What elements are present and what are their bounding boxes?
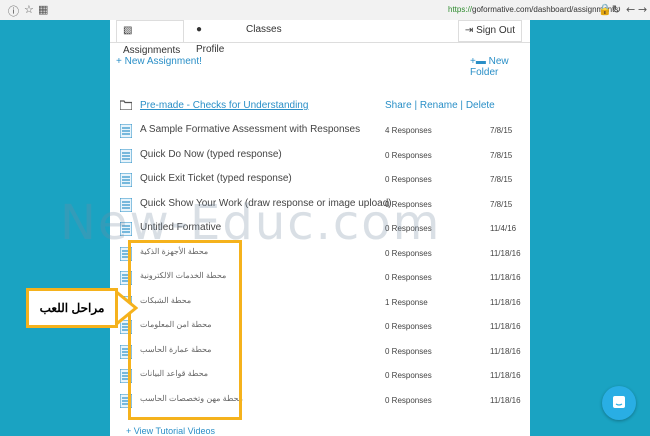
assignment-title[interactable]: A Sample Formative Assessment with Respo…	[140, 124, 360, 135]
plus-icon: +	[116, 56, 122, 67]
info-icon[interactable]: ⓘ	[8, 3, 19, 19]
plus-folder-icon: +▬	[470, 56, 486, 67]
assignment-date: 11/18/16	[490, 371, 521, 380]
assignment-date: 7/8/15	[490, 150, 513, 160]
forward-icon[interactable]: →	[638, 3, 647, 16]
assignment-date: 7/8/15	[490, 126, 513, 135]
tab-divider	[110, 42, 530, 43]
assignment-title[interactable]: Quick Show Your Work (draw response or i…	[140, 198, 392, 209]
tab-assignments[interactable]: ▧ Assignments	[116, 20, 184, 56]
browser-toolbar: ⓘ ☆ ▦ https://goformative.com/dashboard/…	[0, 0, 650, 21]
share-link[interactable]: Share	[385, 100, 412, 111]
assignment-date: 11/18/16	[490, 395, 521, 405]
assignment-row[interactable]: Quick Do Now (typed response) 0 Responses…	[110, 145, 530, 169]
folder-icon	[120, 100, 132, 110]
response-count[interactable]: 0 Responses	[385, 224, 432, 233]
folder-name-link[interactable]: Pre-made - Checks for Understanding	[140, 100, 308, 111]
assignment-date: 11/4/16	[490, 224, 517, 233]
document-icon	[120, 222, 132, 236]
response-count[interactable]: 0 Responses	[385, 396, 432, 405]
assignment-title[interactable]: Quick Exit Ticket (typed response)	[140, 173, 292, 184]
callout-label: مراحل اللعب	[26, 288, 118, 328]
assignment-title[interactable]: Quick Do Now (typed response)	[140, 149, 282, 160]
lock-icon: 🔒	[598, 3, 612, 16]
view-tutorial-videos-link[interactable]: + View Tutorial Videos	[126, 426, 215, 436]
assignment-date: 11/18/16	[490, 346, 521, 356]
sign-out-button[interactable]: ⇥ Sign Out	[457, 20, 522, 42]
assignment-row[interactable]: A Sample Formative Assessment with Respo…	[110, 120, 530, 144]
highlight-box	[128, 240, 242, 420]
document-icon	[120, 124, 132, 138]
response-count[interactable]: 0 Responses	[385, 175, 432, 184]
reload-icon[interactable]: ↻	[612, 3, 621, 16]
assignment-date: 7/8/15	[490, 175, 513, 184]
response-count[interactable]: 0 Responses	[385, 347, 432, 356]
assignment-date: 11/18/16	[490, 322, 521, 331]
back-icon[interactable]: ←	[626, 3, 635, 16]
response-count[interactable]: 0 Responses	[385, 273, 432, 282]
plus-icon: +	[126, 426, 132, 436]
user-icon: ●	[196, 24, 203, 35]
response-count[interactable]: 0 Responses	[385, 151, 432, 160]
new-assignment-button[interactable]: + New Assignment!	[116, 56, 202, 67]
response-count[interactable]: 4 Responses	[385, 126, 432, 135]
response-count[interactable]: 1 Response	[385, 298, 428, 307]
response-count[interactable]: 0 Responses	[385, 200, 432, 209]
assignment-date: 11/18/16	[490, 248, 521, 258]
document-icon	[120, 148, 132, 163]
address-bar[interactable]: https://goformative.com/dashboard/assign…	[448, 5, 618, 14]
response-count[interactable]: 0 Responses	[385, 249, 432, 258]
document-icon	[120, 173, 132, 187]
new-folder-button[interactable]: +▬ New Folder	[470, 56, 530, 78]
tab-classes[interactable]: Classes	[240, 20, 288, 42]
folder-actions: Share | Rename | Delete	[385, 100, 495, 111]
tab-profile[interactable]: ● Profile	[190, 20, 238, 55]
assignment-date: 11/18/16	[490, 297, 521, 307]
response-count[interactable]: 0 Responses	[385, 371, 432, 380]
assignment-title[interactable]: Untitled Formative	[140, 222, 221, 233]
assignment-date: 7/8/15	[490, 199, 513, 209]
assignment-row[interactable]: Untitled Formative 0 Responses 11/4/16	[110, 218, 530, 242]
response-count[interactable]: 0 Responses	[385, 322, 432, 331]
chat-icon	[613, 396, 625, 408]
page-icon[interactable]: ▦	[38, 3, 48, 16]
assignment-date: 11/18/16	[490, 273, 521, 282]
document-icon	[120, 197, 132, 212]
assignment-row[interactable]: Quick Show Your Work (draw response or i…	[110, 194, 530, 218]
chat-button[interactable]	[602, 386, 636, 420]
sign-out-icon: ⇥	[464, 25, 474, 36]
assignments-icon: ▧	[123, 25, 133, 36]
star-icon[interactable]: ☆	[24, 3, 34, 16]
rename-link[interactable]: Rename	[420, 100, 458, 111]
assignment-row[interactable]: Quick Exit Ticket (typed response) 0 Resp…	[110, 169, 530, 193]
delete-link[interactable]: Delete	[466, 100, 495, 111]
